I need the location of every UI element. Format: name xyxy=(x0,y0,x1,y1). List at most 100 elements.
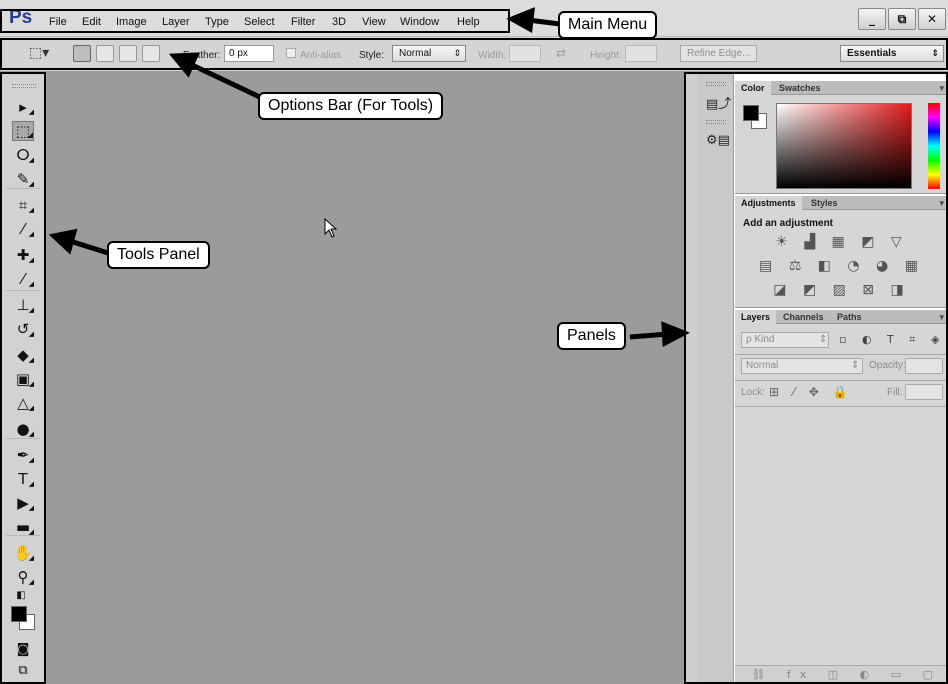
pen-tool[interactable]: ✒ ◢ xyxy=(12,445,34,465)
blend-mode-select[interactable]: Normal xyxy=(741,358,863,374)
feather-input[interactable]: 0 px xyxy=(224,45,274,62)
pen-icon: ✒ xyxy=(16,446,30,464)
callout-tools-panel: Tools Panel xyxy=(107,241,210,269)
select-arrows-icon: ⇕ xyxy=(453,48,461,58)
window-controls: _ ⧉ ✕ xyxy=(858,8,948,30)
default-colors-icon[interactable]: ◧ ⤴ xyxy=(10,586,32,621)
refine-edge-button[interactable]: Refine Edge... xyxy=(680,45,758,62)
tool-flyout-indicator-icon: ◢ xyxy=(28,108,34,116)
layers-footer-icons[interactable]: ⛓ fx ◫ ◐ ▭ ▢ 🗑 xyxy=(735,665,948,683)
move-tool[interactable]: ▸ ◢ xyxy=(12,97,34,117)
path-selection-tool[interactable]: ▶ ◢ xyxy=(12,493,34,513)
properties-panel-icon[interactable]: ⚙▤ xyxy=(706,130,730,152)
color-spectrum-field[interactable] xyxy=(776,103,912,189)
tool-flyout-indicator-icon: ◢ xyxy=(27,131,33,139)
tool-flyout-indicator-icon: ◢ xyxy=(28,554,34,562)
layer-filter-icons[interactable]: ▫ ◐ T ⌗ ◈ xyxy=(839,333,945,347)
blur-tool[interactable]: △ ◢ xyxy=(12,393,34,413)
lasso-tool[interactable]: ⵔ ◢ xyxy=(12,145,34,165)
intersect-selection-icon[interactable] xyxy=(142,45,160,62)
icon-column-grip-2[interactable] xyxy=(706,120,726,124)
eraser-tool[interactable]: ◆ ◢ xyxy=(12,345,34,365)
history-brush-tool[interactable]: ↺ ◢ xyxy=(12,319,34,339)
hand-tool[interactable]: ✋ ◢ xyxy=(12,543,34,563)
zoom-tool[interactable]: ⚲ ◢ xyxy=(12,567,35,587)
tab-styles[interactable]: Styles xyxy=(805,196,844,210)
minimize-button[interactable]: _ xyxy=(858,8,886,30)
gradient-tool[interactable]: ▣ ◢ xyxy=(12,369,34,389)
dodge-tool[interactable]: ● ◢ xyxy=(12,419,34,439)
eyedropper-icon: ⁄ xyxy=(21,220,25,238)
tool-flyout-indicator-icon: ◢ xyxy=(28,456,34,464)
hue-slider[interactable] xyxy=(928,103,940,189)
tools-panel-grip[interactable] xyxy=(12,84,36,88)
color-panel-foreground-swatch[interactable] xyxy=(743,105,759,121)
type-tool[interactable]: T ◢ xyxy=(12,469,34,489)
add-to-selection-icon[interactable] xyxy=(96,45,114,62)
workspace-select[interactable]: Essentials ⇕ xyxy=(840,45,944,62)
adjustment-icons-row-2[interactable]: ▤ ⚖ ◧ ◔ ◕ ▦ xyxy=(735,258,948,274)
rectangle-tool[interactable]: ▬ ◢ xyxy=(12,517,34,537)
eyedropper-tool[interactable]: ⁄ ◢ xyxy=(12,219,34,239)
tool-group-divider xyxy=(6,290,40,291)
foreground-color-swatch[interactable] xyxy=(11,606,27,622)
tool-flyout-indicator-icon: ◢ xyxy=(28,380,34,388)
style-select[interactable]: Normal ⇕ xyxy=(392,45,466,62)
subtract-from-selection-icon[interactable] xyxy=(119,45,137,62)
height-input[interactable] xyxy=(625,45,657,62)
select-arrows-icon: ⇕ xyxy=(931,48,939,58)
brush-tool[interactable]: ⁄ ◢ xyxy=(12,269,34,289)
height-label: Height: xyxy=(590,50,622,61)
quick-selection-tool[interactable]: ✎ ◢ xyxy=(12,169,34,189)
tool-preset-picker[interactable]: ⬚▾ xyxy=(22,45,56,62)
screen-mode-icon[interactable]: ⧉ xyxy=(12,661,34,681)
workspace-select-value: Essentials xyxy=(847,48,897,59)
tab-adjustments[interactable]: Adjustments xyxy=(735,196,802,210)
fill-input[interactable] xyxy=(905,384,943,400)
width-input[interactable] xyxy=(509,45,541,62)
tab-color[interactable]: Color xyxy=(735,81,771,95)
lock-icons[interactable]: ⊞ ⁄ ✥ 🔒 xyxy=(769,385,853,399)
icon-column-grip[interactable] xyxy=(706,82,726,86)
panel-menu-icon[interactable]: ▾ xyxy=(939,196,944,210)
swap-width-height-icon[interactable]: ⇄ xyxy=(556,46,566,60)
tool-flyout-indicator-icon: ◢ xyxy=(28,206,34,214)
tab-layers[interactable]: Layers xyxy=(735,310,777,324)
width-label: Width: xyxy=(478,50,507,61)
close-button[interactable]: ✕ xyxy=(918,8,946,30)
quick-mask-icon[interactable]: ◙ xyxy=(12,640,34,660)
opacity-input[interactable] xyxy=(905,358,943,374)
blur-icon: △ xyxy=(17,394,29,412)
tool-flyout-indicator-icon: ◢ xyxy=(28,180,34,188)
new-selection-icon[interactable] xyxy=(73,45,91,62)
callout-main-menu: Main Menu xyxy=(558,11,658,39)
color-panel: Color Swatches ▾ xyxy=(735,81,948,194)
zoom-icon: ⚲ xyxy=(17,568,29,586)
history-panel-icon[interactable]: ▤⤴ xyxy=(706,94,731,116)
adjustment-icons-row-3[interactable]: ◪ ◩ ▨ ⊠ ◨ xyxy=(735,282,948,298)
tool-group-divider xyxy=(6,188,40,189)
tab-swatches[interactable]: Swatches xyxy=(773,81,827,95)
restore-button[interactable]: ⧉ xyxy=(888,8,916,30)
tool-flyout-indicator-icon: ◢ xyxy=(28,256,34,264)
type-icon: T xyxy=(18,470,28,488)
healing-brush-tool[interactable]: ✚ ◢ xyxy=(12,245,34,265)
adjustment-icons-row-1[interactable]: ☀ ▟ ▦ ◩ ▽ xyxy=(735,234,948,250)
panel-menu-icon[interactable]: ▾ xyxy=(939,310,944,324)
divider xyxy=(735,354,948,355)
tool-flyout-indicator-icon: ◢ xyxy=(28,430,34,438)
layer-kind-filter[interactable]: ρ Kind xyxy=(741,332,829,348)
panel-menu-icon[interactable]: ▾ xyxy=(939,81,944,95)
tab-channels[interactable]: Channels xyxy=(777,310,830,324)
marquee-tool[interactable]: ⬚ ◢ xyxy=(12,121,34,141)
clone-stamp-tool[interactable]: ⊥ ◢ xyxy=(12,295,34,315)
crop-tool[interactable]: ⌗ ◢ xyxy=(12,195,34,215)
document-canvas-area[interactable] xyxy=(46,72,685,684)
divider xyxy=(735,406,948,407)
tab-paths[interactable]: Paths xyxy=(831,310,868,324)
history-brush-icon: ↺ xyxy=(16,320,30,338)
crop-icon: ⌗ xyxy=(18,196,28,214)
panel-dock-collapse-strip[interactable] xyxy=(686,74,698,684)
select-arrows-icon: ⇕ xyxy=(851,360,860,371)
antialias-checkbox[interactable] xyxy=(286,48,296,58)
